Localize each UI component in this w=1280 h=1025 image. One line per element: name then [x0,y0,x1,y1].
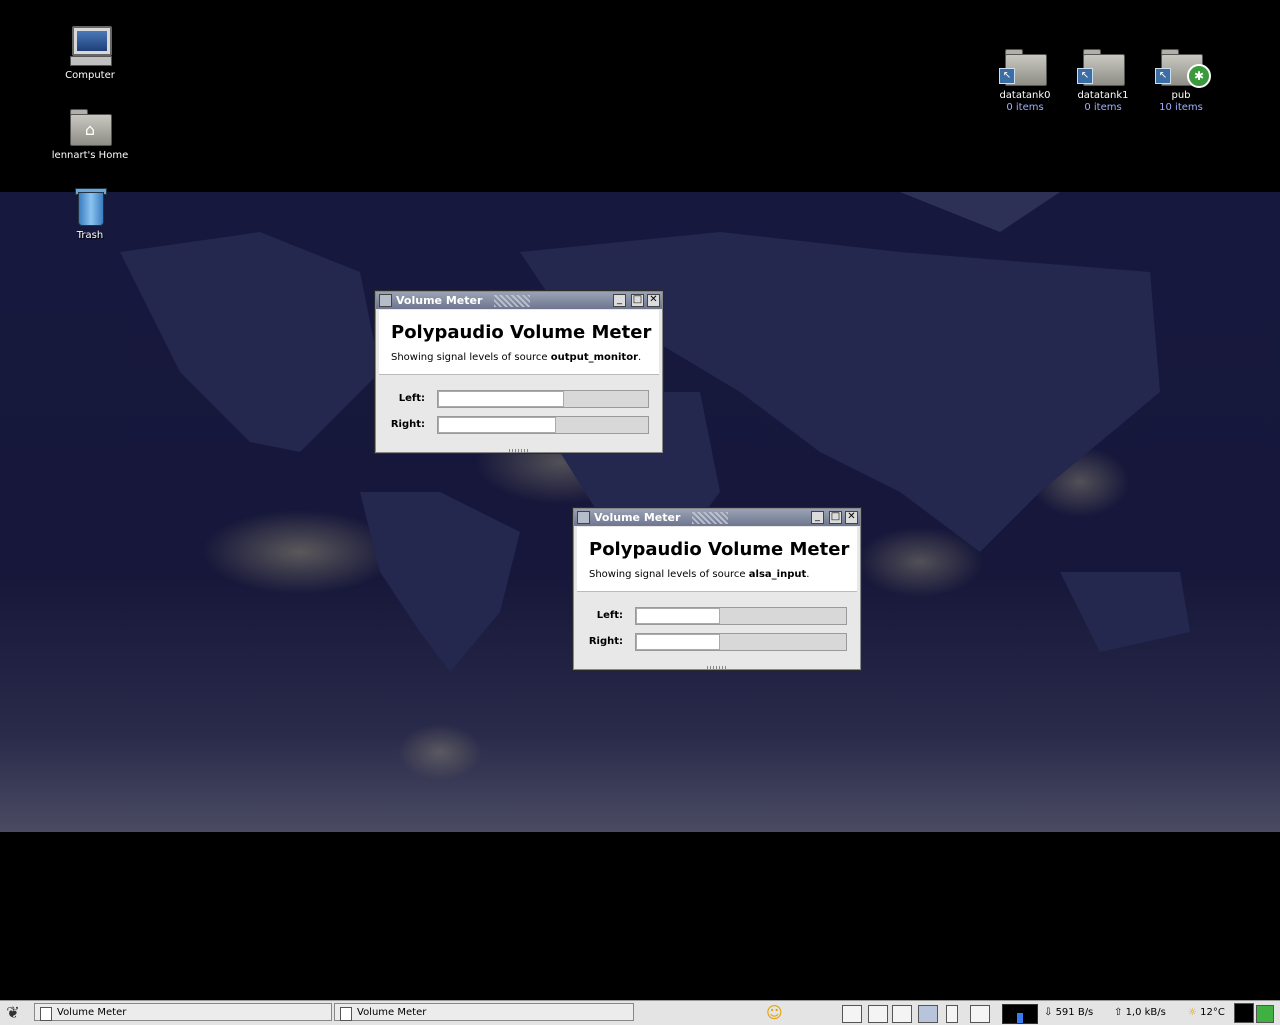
source-description: Showing signal levels of source alsa_inp… [589,569,809,580]
window-icon [340,1007,352,1021]
home-folder-icon: ⌂ [68,106,112,146]
desktop-icon-home[interactable]: ⌂ lennart's Home [40,106,140,162]
network-manager-icon[interactable] [842,1005,862,1023]
close-button[interactable]: ✕ [647,294,660,307]
taskbar-button-volume-meter[interactable]: Volume Meter [334,1003,634,1021]
volume-meter-window[interactable]: Volume Meter _ □ ✕ Polypaudio Volume Met… [572,507,862,671]
maximize-button[interactable]: □ [829,511,842,524]
window-menu-icon[interactable] [577,511,590,524]
description-text: Showing signal levels of source [589,569,749,580]
window-titlebar[interactable]: Volume Meter _ □ ✕ [574,509,860,526]
resize-grip[interactable] [509,449,529,452]
description-suffix: . [638,352,642,363]
minimize-button[interactable]: _ [811,511,824,524]
sun-icon: ☼ [1188,1007,1201,1018]
source-description: Showing signal levels of source output_m… [391,352,641,363]
temperature: 12°C [1200,1007,1225,1018]
maximize-button[interactable]: □ [631,294,644,307]
right-level-bar [437,416,649,434]
left-level-bar [635,607,847,625]
computer-icon [68,26,112,66]
main-menu-icon[interactable]: ❦ [2,1003,24,1023]
net-download-monitor[interactable]: ⇩ 591 B/s [1044,1004,1093,1022]
meter-header: Polypaudio Volume Meter Showing signal l… [379,310,659,375]
notification-icon[interactable] [1256,1005,1274,1023]
bottom-panel: ❦ Volume Meter Volume Meter ☺ ⇩ 591 B/s … [0,1000,1280,1025]
left-channel-meter: Left: [583,607,847,625]
left-channel-label: Left: [398,393,425,404]
window-titlebar[interactable]: Volume Meter _ □ ✕ [376,292,662,309]
meter-header: Polypaudio Volume Meter Showing signal l… [577,527,857,592]
desktop-icon-computer[interactable]: Computer [40,26,140,82]
right-channel-label: Right: [588,636,623,647]
right-channel-label: Right: [390,419,425,430]
app-title: Polypaudio Volume Meter [391,322,652,343]
desktop-icon-label: lennart's Home [51,150,129,161]
titlebar-decoration [494,295,530,307]
desktop-icon-trash[interactable]: Trash [40,186,140,242]
left-level-fill [438,391,564,407]
desktop-icon-pub[interactable]: ↖ ✱ pub 10 items [1131,46,1231,114]
window-icon [40,1007,52,1021]
minimize-button[interactable]: _ [613,294,626,307]
messenger-icon[interactable]: ☺ [766,1004,783,1022]
workspace-switcher-4[interactable] [970,1005,990,1023]
weather-applet[interactable]: ☼ 12°C [1188,1004,1225,1022]
battery-icon[interactable] [1234,1003,1254,1023]
left-level-bar [437,390,649,408]
workspace-switcher-3[interactable] [946,1005,958,1023]
folder-link-icon: ↖ [1077,46,1125,86]
desktop-icon-label: pub [1171,90,1191,101]
workspace-switcher-1[interactable] [892,1005,912,1023]
left-channel-label: Left: [596,610,623,621]
resize-grip[interactable] [707,666,727,669]
desktop-icon-label: Trash [76,230,104,241]
close-button[interactable]: ✕ [845,511,858,524]
window-title: Volume Meter [396,294,483,307]
taskbar-button-label: Volume Meter [357,1007,427,1018]
description-text: Showing signal levels of source [391,352,551,363]
download-arrow-icon: ⇩ [1044,1007,1056,1018]
right-channel-meter: Right: [583,633,847,651]
net-in-speed: 591 B/s [1055,1007,1094,1018]
description-suffix: . [806,569,810,580]
cpu-load-graph[interactable] [1002,1004,1038,1024]
window-menu-icon[interactable] [379,294,392,307]
right-level-bar [635,633,847,651]
desktop-icon-item-count: 10 items [1159,102,1203,113]
volume-meter-window[interactable]: Volume Meter _ □ ✕ Polypaudio Volume Met… [374,290,664,454]
left-level-fill [636,608,720,624]
upload-arrow-icon: ⇧ [1114,1007,1126,1018]
right-level-fill [438,417,556,433]
net-out-speed: 1,0 kB/s [1125,1007,1166,1018]
taskbar-button-label: Volume Meter [57,1007,127,1018]
desktop-icon-label: Computer [65,70,115,81]
left-channel-meter: Left: [385,390,649,408]
shared-folder-icon: ↖ ✱ [1155,46,1211,88]
net-upload-monitor[interactable]: ⇧ 1,0 kB/s [1114,1004,1166,1022]
source-name: output_monitor [550,352,639,363]
source-name: alsa_input [748,569,807,580]
show-desktop-icon[interactable] [868,1005,888,1023]
right-channel-meter: Right: [385,416,649,434]
trash-icon [68,186,112,226]
folder-link-icon: ↖ [999,46,1047,86]
right-level-fill [636,634,720,650]
taskbar-button-volume-meter[interactable]: Volume Meter [34,1003,332,1021]
window-title: Volume Meter [594,511,681,524]
workspace-switcher-2[interactable] [918,1005,938,1023]
app-title: Polypaudio Volume Meter [589,539,850,560]
titlebar-decoration [692,512,728,524]
